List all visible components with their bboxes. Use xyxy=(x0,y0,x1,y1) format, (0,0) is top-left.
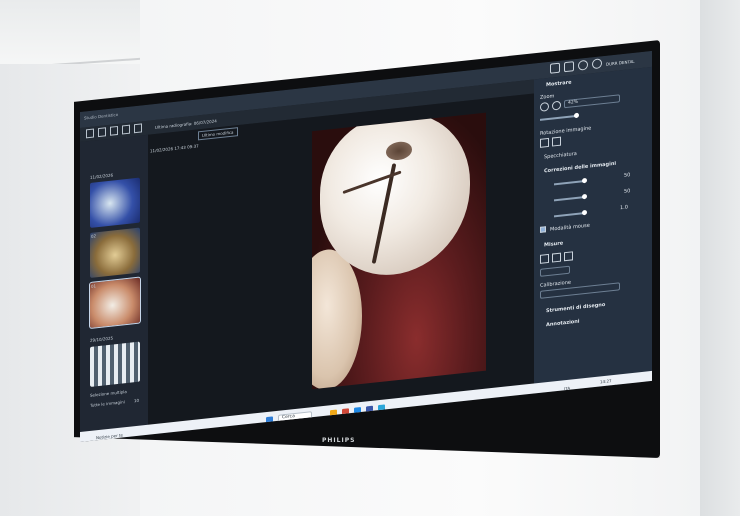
measure-angle-icon[interactable] xyxy=(564,251,573,262)
zoom-out-icon[interactable] xyxy=(540,101,549,112)
intraoral-photo xyxy=(312,112,486,390)
measure-line-icon[interactable] xyxy=(540,253,549,264)
settings-panel: Mostrare Zoom 42% Rotazione immagine Spe… xyxy=(534,66,652,394)
zoom-select[interactable]: 42% xyxy=(564,94,620,109)
show-section[interactable]: Mostrare xyxy=(546,79,571,88)
gamma-knob[interactable] xyxy=(582,209,587,216)
capture-time: 11/02/2026 17:43 09:37 xyxy=(150,143,199,154)
monitor-screen: Studio Dentistico DURR DENTAL Ultima rad… xyxy=(80,50,652,442)
annotations-section[interactable]: Annotazioni xyxy=(546,319,580,329)
brand-logo: DURR DENTAL xyxy=(606,58,635,67)
image-viewer[interactable]: Ultimo modifica 11/02/2026 17:43 09:37 xyxy=(148,93,534,435)
contrast-value: 50 xyxy=(624,188,631,195)
brightness-slider[interactable] xyxy=(554,180,584,186)
thumbnail-2[interactable] xyxy=(90,227,140,278)
brightness-knob[interactable] xyxy=(582,177,587,184)
thumbnail-3-selected[interactable] xyxy=(89,276,141,330)
rotate-label: Rotazione immagine xyxy=(540,125,592,137)
zoom-slider[interactable] xyxy=(540,114,576,121)
filter-dropdown[interactable]: Tutte le immagini xyxy=(90,399,125,408)
mouse-mode-checkbox[interactable] xyxy=(540,226,546,233)
corrections-section[interactable]: Correzioni delle immagini xyxy=(544,161,616,175)
right-wall xyxy=(700,0,740,516)
date-group-1: 11/02/2026 xyxy=(90,172,114,180)
date-group-2: 29/10/2025 xyxy=(90,335,114,343)
brightness-value: 50 xyxy=(624,172,631,179)
toolbar-tool-2[interactable] xyxy=(98,127,106,138)
zoom-slider-knob[interactable] xyxy=(574,112,579,119)
measure-unit-select[interactable] xyxy=(540,265,570,277)
measure-polyline-icon[interactable] xyxy=(552,252,561,263)
gear-icon[interactable] xyxy=(578,59,588,71)
toolbar-tool-4[interactable] xyxy=(122,124,130,135)
molar-tooth xyxy=(320,112,470,283)
image-count: 10 xyxy=(134,397,140,404)
gamma-slider[interactable] xyxy=(554,212,584,218)
contrast-knob[interactable] xyxy=(582,193,587,200)
mirror-section[interactable]: Specchiatura xyxy=(544,151,577,161)
thumbnail-3-index: 01 xyxy=(91,283,97,289)
contrast-slider[interactable] xyxy=(554,196,584,202)
gamma-value: 1.0 xyxy=(620,204,628,212)
zoom-label: Zoom xyxy=(540,93,555,101)
app-title: Studio Dentistico xyxy=(84,111,119,121)
toolbar-tool-1[interactable] xyxy=(86,128,94,139)
help-icon[interactable] xyxy=(592,58,602,70)
thumbnail-1[interactable] xyxy=(90,177,140,228)
monitor-brand: PHILIPS xyxy=(322,437,356,444)
rotate-icon[interactable] xyxy=(540,137,549,148)
search-icon[interactable] xyxy=(552,100,561,111)
toolbar-tool-5[interactable] xyxy=(134,123,142,134)
toolbar-tool-3[interactable] xyxy=(110,125,118,136)
thumbnail-2-index: 02 xyxy=(91,233,97,239)
mouse-mode-label: Modalità mouse xyxy=(550,222,590,233)
thumbnail-xray[interactable] xyxy=(90,341,140,387)
measures-section[interactable]: Misure xyxy=(544,240,563,248)
draw-tools-section[interactable]: Strumenti di disegno xyxy=(546,302,605,314)
grid-icon[interactable] xyxy=(564,61,574,73)
thumbnail-panel: 11/02/2026 02 01 29/10/2025 Selezione mu… xyxy=(80,134,148,442)
sort-dropdown[interactable]: Ultimo modifica xyxy=(198,127,238,141)
multi-select-label[interactable]: Selezione multipla xyxy=(90,389,127,398)
zoom-value: 42% xyxy=(568,99,579,106)
top-icons xyxy=(550,58,602,74)
user-icon[interactable] xyxy=(550,62,560,74)
rotate-right-icon[interactable] xyxy=(552,136,561,147)
